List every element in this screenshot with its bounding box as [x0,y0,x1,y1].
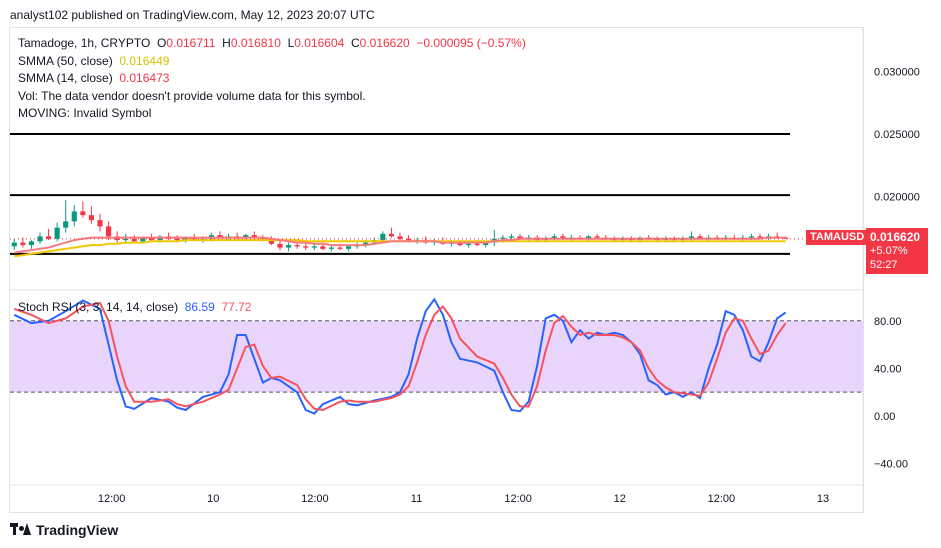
last-price: 0.016620 [870,230,921,244]
price-legend: Tamadoge, 1h, CRYPTO O0.016711 H0.016810… [18,35,526,123]
candle-body [123,238,129,241]
open-label: O [156,36,167,50]
stoch-rsi-d-value: 77.72 [221,300,252,314]
price-axis-tick: 0.030000 [874,67,920,79]
bar-countdown: 52:27 [870,259,898,271]
high-value: 0.016810 [230,36,281,50]
time-axis-tick: 12:00 [708,493,736,505]
smma14-label: SMMA (14, close) [18,71,113,85]
candle-body [311,246,317,248]
smma50-row[interactable]: SMMA (50, close) 0.016449 [18,53,526,71]
candle-body [320,246,326,249]
low-value: 0.016604 [294,36,345,50]
candle-body [388,233,394,237]
price-axis-tick: 0.020000 [874,191,920,203]
moving-row[interactable]: MOVING: Invalid Symbol [18,105,526,123]
price-axis-tick: 0.025000 [874,129,920,141]
candle-body [88,215,94,221]
candle-body [97,220,103,227]
stoch-rsi-band [10,320,863,393]
close-value: 0.016620 [359,36,410,50]
rsi-axis-tick: 0.00 [874,411,895,423]
open-value: 0.016711 [166,36,216,50]
candle-body [28,241,34,246]
candle-body [80,211,86,216]
stoch-rsi-k-value: 86.59 [184,300,215,314]
volume-row[interactable]: Vol: The data vendor doesn't provide vol… [18,88,526,106]
high-label: H [222,36,231,50]
candle-body [54,227,60,239]
smma14-row[interactable]: SMMA (14, close) 0.016473 [18,70,526,88]
time-axis-tick: 12:00 [504,493,532,505]
smma14-value: 0.016473 [119,71,170,85]
tradingview-logo[interactable]: TradingView [10,522,118,538]
ohlc-row: Tamadoge, 1h, CRYPTO O0.016711 H0.016810… [18,35,526,53]
rsi-axis-tick: −40.00 [874,459,908,471]
time-axis-tick: 13 [817,493,829,505]
candle-body [63,221,69,228]
stoch-rsi-label: Stoch RSI (3, 3, 14, 14, close) [18,300,179,314]
tradingview-wordmark: TradingView [36,522,119,538]
candle-body [71,211,77,222]
candle-body [20,242,26,246]
time-axis-tick: 12:00 [98,493,126,505]
candle-body [11,242,17,247]
stoch-rsi-legend[interactable]: Stoch RSI (3, 3, 14, 14, close) 86.59 77… [18,300,251,314]
time-axis-tick: 12 [614,493,626,505]
candle-body [748,236,754,238]
rsi-axis-tick: 40.00 [874,363,902,375]
candle-body [106,226,112,237]
candle-body [286,245,292,248]
candle-body [474,243,480,246]
candle-body [466,243,472,246]
candle-body [303,246,309,248]
close-label: C [350,36,360,50]
candle-body [508,236,514,238]
last-price-box: 0.016620 +5.07% 52:27 [866,228,928,274]
candle-body [294,245,300,247]
symbol-price-tag: TAMAUSD [806,230,869,245]
candle-body [277,243,283,248]
candle-body [337,247,343,249]
price-change-pct: +5.07% [870,245,908,257]
symbol-label[interactable]: Tamadoge, 1h, CRYPTO [18,36,150,50]
candle-body [346,246,352,249]
change-value: −0.000095 (−0.57%) [416,36,526,50]
time-axis-tick: 11 [411,493,422,505]
time-axis-tick: 10 [207,493,219,505]
candle-body [594,236,600,238]
tradingview-icon [10,523,31,537]
rsi-axis-tick: 80.00 [874,316,902,328]
candle-body [328,247,334,249]
candle-body [757,236,763,238]
smma50-label: SMMA (50, close) [18,53,113,68]
smma50-value: 0.016449 [119,53,170,68]
time-axis-tick: 12:00 [301,493,329,505]
